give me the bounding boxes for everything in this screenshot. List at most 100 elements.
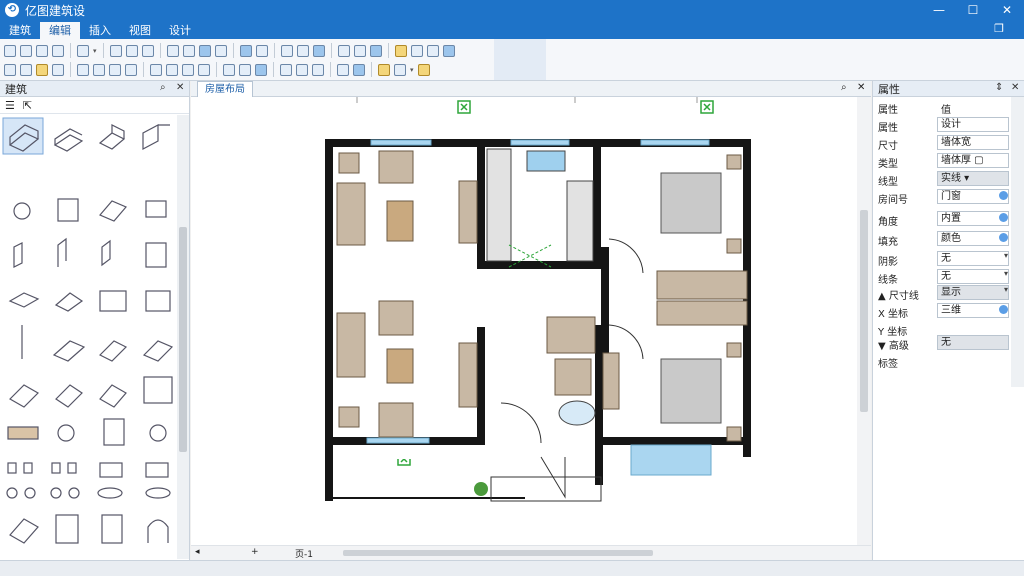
theme-icon[interactable] xyxy=(394,44,407,57)
menu-insert[interactable]: 插入 xyxy=(80,22,120,39)
fill-icon[interactable] xyxy=(369,44,382,57)
line-color-icon[interactable] xyxy=(255,63,267,76)
search-icon[interactable]: ⌕ xyxy=(160,82,166,93)
prev-page-icon[interactable]: ◂ xyxy=(195,547,200,557)
open-file-icon[interactable] xyxy=(20,44,32,57)
dropdown-arrow-icon[interactable]: ▾ xyxy=(410,66,414,74)
dropdown-arrow-icon[interactable]: ▾ xyxy=(93,47,97,55)
print-icon[interactable] xyxy=(52,44,64,57)
title-bar: ⟲ 亿图建筑设 — ☐ ✕ xyxy=(0,0,1024,20)
page-tab[interactable]: 页-1 xyxy=(295,547,313,560)
connector-icon[interactable] xyxy=(77,44,89,57)
close-window-button[interactable]: ✕ xyxy=(990,0,1024,20)
align-icon[interactable] xyxy=(239,44,252,57)
spinner-icon[interactable] xyxy=(999,213,1008,222)
ribbon-separator xyxy=(330,62,331,77)
zoom-out-icon[interactable] xyxy=(312,63,324,76)
symbol-icon[interactable] xyxy=(353,63,365,76)
chevron-down-icon[interactable]: ▾ xyxy=(1004,285,1008,294)
cut-icon[interactable] xyxy=(4,63,16,76)
shape-stool-3 xyxy=(50,487,62,499)
shape-box-2 xyxy=(55,514,79,544)
paste-icon[interactable] xyxy=(36,63,48,76)
copy-icon[interactable] xyxy=(20,63,32,76)
pin-icon[interactable]: ⇕ xyxy=(995,82,1003,93)
dimension-icon[interactable] xyxy=(337,44,350,57)
line-tool-icon[interactable] xyxy=(182,44,195,57)
tab-floor-plan[interactable]: 房屋布局 xyxy=(197,81,253,97)
library-scrollbar[interactable] xyxy=(177,115,189,559)
ribbon-separator xyxy=(159,43,161,58)
layer-icon[interactable] xyxy=(353,44,366,57)
insert-image-icon[interactable] xyxy=(442,44,455,57)
minimize-button[interactable]: — xyxy=(922,0,956,20)
menu-view[interactable]: 视图 xyxy=(120,22,160,39)
list-view-icon[interactable]: ☰ xyxy=(5,99,15,112)
shape-table-round xyxy=(13,202,31,220)
save-icon[interactable] xyxy=(36,44,48,57)
close-icon[interactable]: ✕ xyxy=(857,82,865,93)
zoom-in-icon[interactable] xyxy=(296,63,308,76)
wall-tool-icon[interactable] xyxy=(280,44,293,57)
select-tool-icon[interactable]: ⇱ xyxy=(23,99,32,112)
chevron-down-icon[interactable]: ▾ xyxy=(1004,269,1008,278)
new-file-icon[interactable] xyxy=(4,44,16,57)
highlight-icon[interactable] xyxy=(378,63,390,76)
library-scroll-thumb[interactable] xyxy=(179,227,187,452)
italic-icon[interactable] xyxy=(166,63,178,76)
floor-plan-canvas[interactable] xyxy=(191,97,857,545)
ribbon-row-bottom: ▾ xyxy=(4,60,430,79)
properties-scrollbar[interactable] xyxy=(1011,97,1024,387)
shape-basin xyxy=(145,487,171,499)
distribute-icon[interactable] xyxy=(280,63,292,76)
rotate-icon[interactable] xyxy=(77,63,89,76)
property-row: 属性 设计 xyxy=(873,117,1011,134)
ribbon-separator xyxy=(273,43,275,58)
line-weight-icon[interactable] xyxy=(239,63,251,76)
group-icon[interactable] xyxy=(255,44,268,57)
text-tool-icon[interactable] xyxy=(214,44,227,57)
undo-icon[interactable] xyxy=(109,44,122,57)
format-painter-icon[interactable] xyxy=(141,44,154,57)
bring-front-icon[interactable] xyxy=(109,63,121,76)
flip-icon[interactable] xyxy=(93,63,105,76)
chevron-down-icon[interactable]: ▾ xyxy=(1004,251,1008,260)
snap-icon[interactable] xyxy=(426,44,439,57)
underline-icon[interactable] xyxy=(182,63,194,76)
search-icon[interactable]: ⌕ xyxy=(841,82,847,93)
canvas-hscroll-thumb[interactable] xyxy=(343,550,653,556)
property-row: ▼ 高级无 xyxy=(873,335,1011,352)
send-back-icon[interactable] xyxy=(125,63,137,76)
page-bar: ◂ + 页-1 xyxy=(191,545,871,560)
library-title: 建筑 xyxy=(5,82,27,96)
bold-icon[interactable] xyxy=(150,63,162,76)
spinner-icon[interactable] xyxy=(999,191,1008,200)
pointer-icon[interactable] xyxy=(166,44,179,57)
font-color-icon[interactable] xyxy=(198,63,210,76)
close-icon[interactable]: ✕ xyxy=(1011,82,1019,93)
line-style-icon[interactable] xyxy=(223,63,235,76)
canvas-vscroll-thumb[interactable] xyxy=(860,210,868,412)
shape-tool-icon[interactable] xyxy=(198,44,211,57)
more-tools-icon[interactable] xyxy=(394,63,406,76)
maximize-button[interactable]: ☐ xyxy=(956,0,990,20)
canvas-vertical-scrollbar[interactable] xyxy=(857,97,871,545)
property-row: ▲ 尺寸线 显示 ▾ xyxy=(878,285,1009,302)
window-tool-icon[interactable] xyxy=(312,44,325,57)
measure-icon[interactable] xyxy=(337,63,349,76)
add-page-button[interactable]: + xyxy=(251,547,259,557)
settings-icon[interactable] xyxy=(417,63,430,76)
redo-icon[interactable] xyxy=(125,44,138,57)
grid-icon[interactable] xyxy=(410,44,423,57)
close-icon[interactable]: ✕ xyxy=(176,82,184,93)
menu-design[interactable]: 设计 xyxy=(160,22,200,39)
shape-round-table xyxy=(57,424,75,442)
menu-architecture[interactable]: 建筑 xyxy=(0,22,40,39)
properties-header: 属性 ⇕ ✕ xyxy=(873,81,1024,97)
spinner-icon[interactable] xyxy=(999,233,1008,242)
spinner-icon[interactable] xyxy=(999,305,1008,314)
delete-icon[interactable] xyxy=(52,63,64,76)
menu-edit[interactable]: 编辑 xyxy=(40,22,80,39)
door-tool-icon[interactable] xyxy=(296,44,309,57)
restore-ribbon-icon[interactable]: ❐ xyxy=(994,22,1004,35)
